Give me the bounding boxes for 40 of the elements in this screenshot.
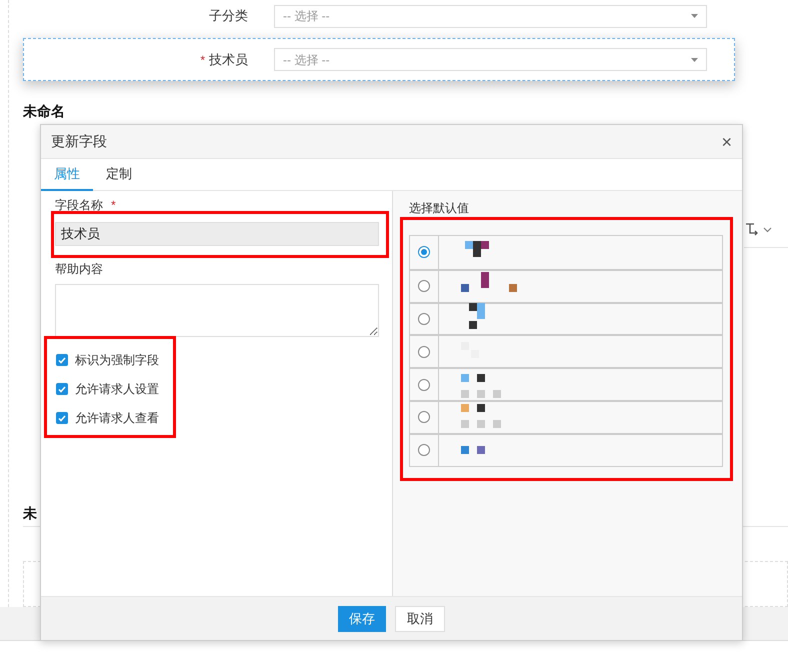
- radio-button[interactable]: [418, 280, 430, 292]
- pixelated-drawing: [461, 374, 501, 398]
- radio-button[interactable]: [418, 246, 430, 258]
- radio-button[interactable]: [418, 378, 430, 391]
- checkbox[interactable]: [56, 383, 68, 395]
- field-label: 技术员: [209, 50, 248, 69]
- checkbox-label: 标识为强制字段: [75, 352, 159, 369]
- checkbox-label: 允许请求人设置: [75, 381, 159, 398]
- required-mark: *: [200, 52, 205, 68]
- dialog-title: 更新字段: [51, 132, 107, 151]
- checkbox[interactable]: [56, 412, 68, 424]
- checkbox-label: 允许请求人查看: [75, 410, 159, 427]
- section-title: 未命名: [23, 102, 66, 121]
- field-label: 帮助内容: [55, 261, 104, 278]
- pixelated-drawing: [461, 272, 517, 292]
- save-button[interactable]: 保存: [338, 606, 386, 632]
- caret-icon: [691, 58, 698, 62]
- pixelated-drawing: [465, 241, 489, 258]
- field-label: 子分类: [209, 7, 248, 26]
- pixelated-drawing: [461, 446, 485, 454]
- radio-button[interactable]: [418, 444, 430, 456]
- section-title: 未: [23, 504, 37, 523]
- tab[interactable]: 定制: [93, 159, 145, 191]
- checkbox[interactable]: [56, 354, 68, 366]
- required-mark: *: [111, 198, 116, 212]
- field-label: 字段名称: [55, 198, 103, 212]
- radio-button[interactable]: [418, 411, 430, 424]
- chevron-down-icon: [763, 227, 772, 233]
- field-label: 选择默认值: [409, 201, 469, 215]
- text-wrap-icon: [745, 222, 759, 238]
- close-button[interactable]: ×: [721, 132, 732, 150]
- field-name-input[interactable]: 技术员: [55, 222, 379, 246]
- pixelated-drawing: [461, 404, 501, 428]
- selected-form-row[interactable]: * 技术员 -- 选择 --: [23, 38, 735, 81]
- caret-icon: [691, 14, 698, 18]
- tab[interactable]: 属性: [41, 159, 93, 191]
- radio-button[interactable]: [418, 346, 430, 358]
- cancel-button[interactable]: 取消: [395, 606, 445, 632]
- pixelated-drawing: [469, 302, 485, 329]
- radio-button[interactable]: [418, 312, 430, 325]
